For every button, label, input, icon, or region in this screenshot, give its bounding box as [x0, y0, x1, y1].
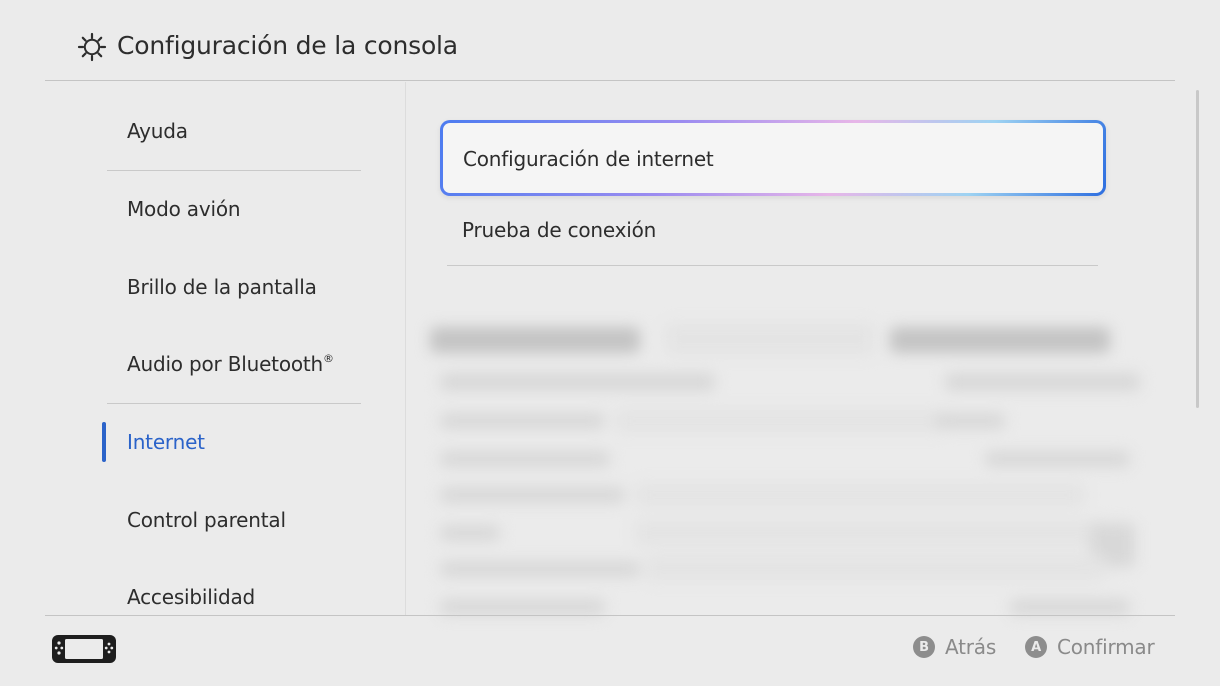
confirm-label: Confirmar	[1057, 635, 1155, 659]
sidebar-item-internet[interactable]: Internet	[127, 430, 205, 454]
footer: B Atrás A Confirmar	[45, 615, 1175, 686]
page-title: Configuración de la consola	[117, 31, 458, 60]
sidebar-item-modo-avion[interactable]: Modo avión	[127, 197, 241, 221]
back-button[interactable]: B Atrás	[913, 635, 996, 659]
sidebar-divider	[107, 170, 361, 171]
confirm-button[interactable]: A Confirmar	[1025, 635, 1155, 659]
main-divider	[447, 265, 1098, 266]
active-indicator	[102, 422, 106, 462]
sidebar-divider	[107, 403, 361, 404]
sidebar-item-ayuda[interactable]: Ayuda	[127, 119, 188, 143]
sidebar-item-label: Brillo de la pantalla	[127, 275, 317, 299]
sidebar-item-label: Ayuda	[127, 119, 188, 143]
registered-mark: ®	[323, 352, 334, 365]
sidebar-item-brillo[interactable]: Brillo de la pantalla	[127, 275, 317, 299]
sidebar-item-label: Control parental	[127, 508, 286, 532]
b-button-icon: B	[913, 636, 935, 658]
back-label: Atrás	[945, 635, 997, 659]
sidebar-item-audio-bluetooth[interactable]: Audio por Bluetooth®	[127, 352, 334, 376]
sidebar-item-label: Audio por Bluetooth	[127, 352, 324, 376]
menu-item-prueba-conexion[interactable]: Prueba de conexión	[462, 218, 656, 242]
console-icon	[52, 635, 116, 663]
blurred-info-panel	[420, 305, 1150, 625]
sidebar-item-control-parental[interactable]: Control parental	[127, 508, 286, 532]
sidebar-item-accesibilidad[interactable]: Accesibilidad	[127, 585, 255, 609]
menu-item-label: Prueba de conexión	[462, 218, 657, 242]
page-header: Configuración de la consola	[45, 0, 1175, 81]
menu-item-label: Configuración de internet	[463, 147, 714, 171]
menu-item-configuracion-internet[interactable]: Configuración de internet	[440, 120, 1106, 196]
sidebar: Ayuda Modo avión Brillo de la pantalla A…	[0, 82, 406, 615]
gear-icon	[77, 32, 107, 62]
a-button-icon: A	[1025, 636, 1047, 658]
scrollbar[interactable]	[1196, 90, 1199, 408]
sidebar-item-label: Accesibilidad	[127, 585, 256, 609]
sidebar-item-label: Internet	[127, 430, 205, 454]
sidebar-item-label: Modo avión	[127, 197, 241, 221]
